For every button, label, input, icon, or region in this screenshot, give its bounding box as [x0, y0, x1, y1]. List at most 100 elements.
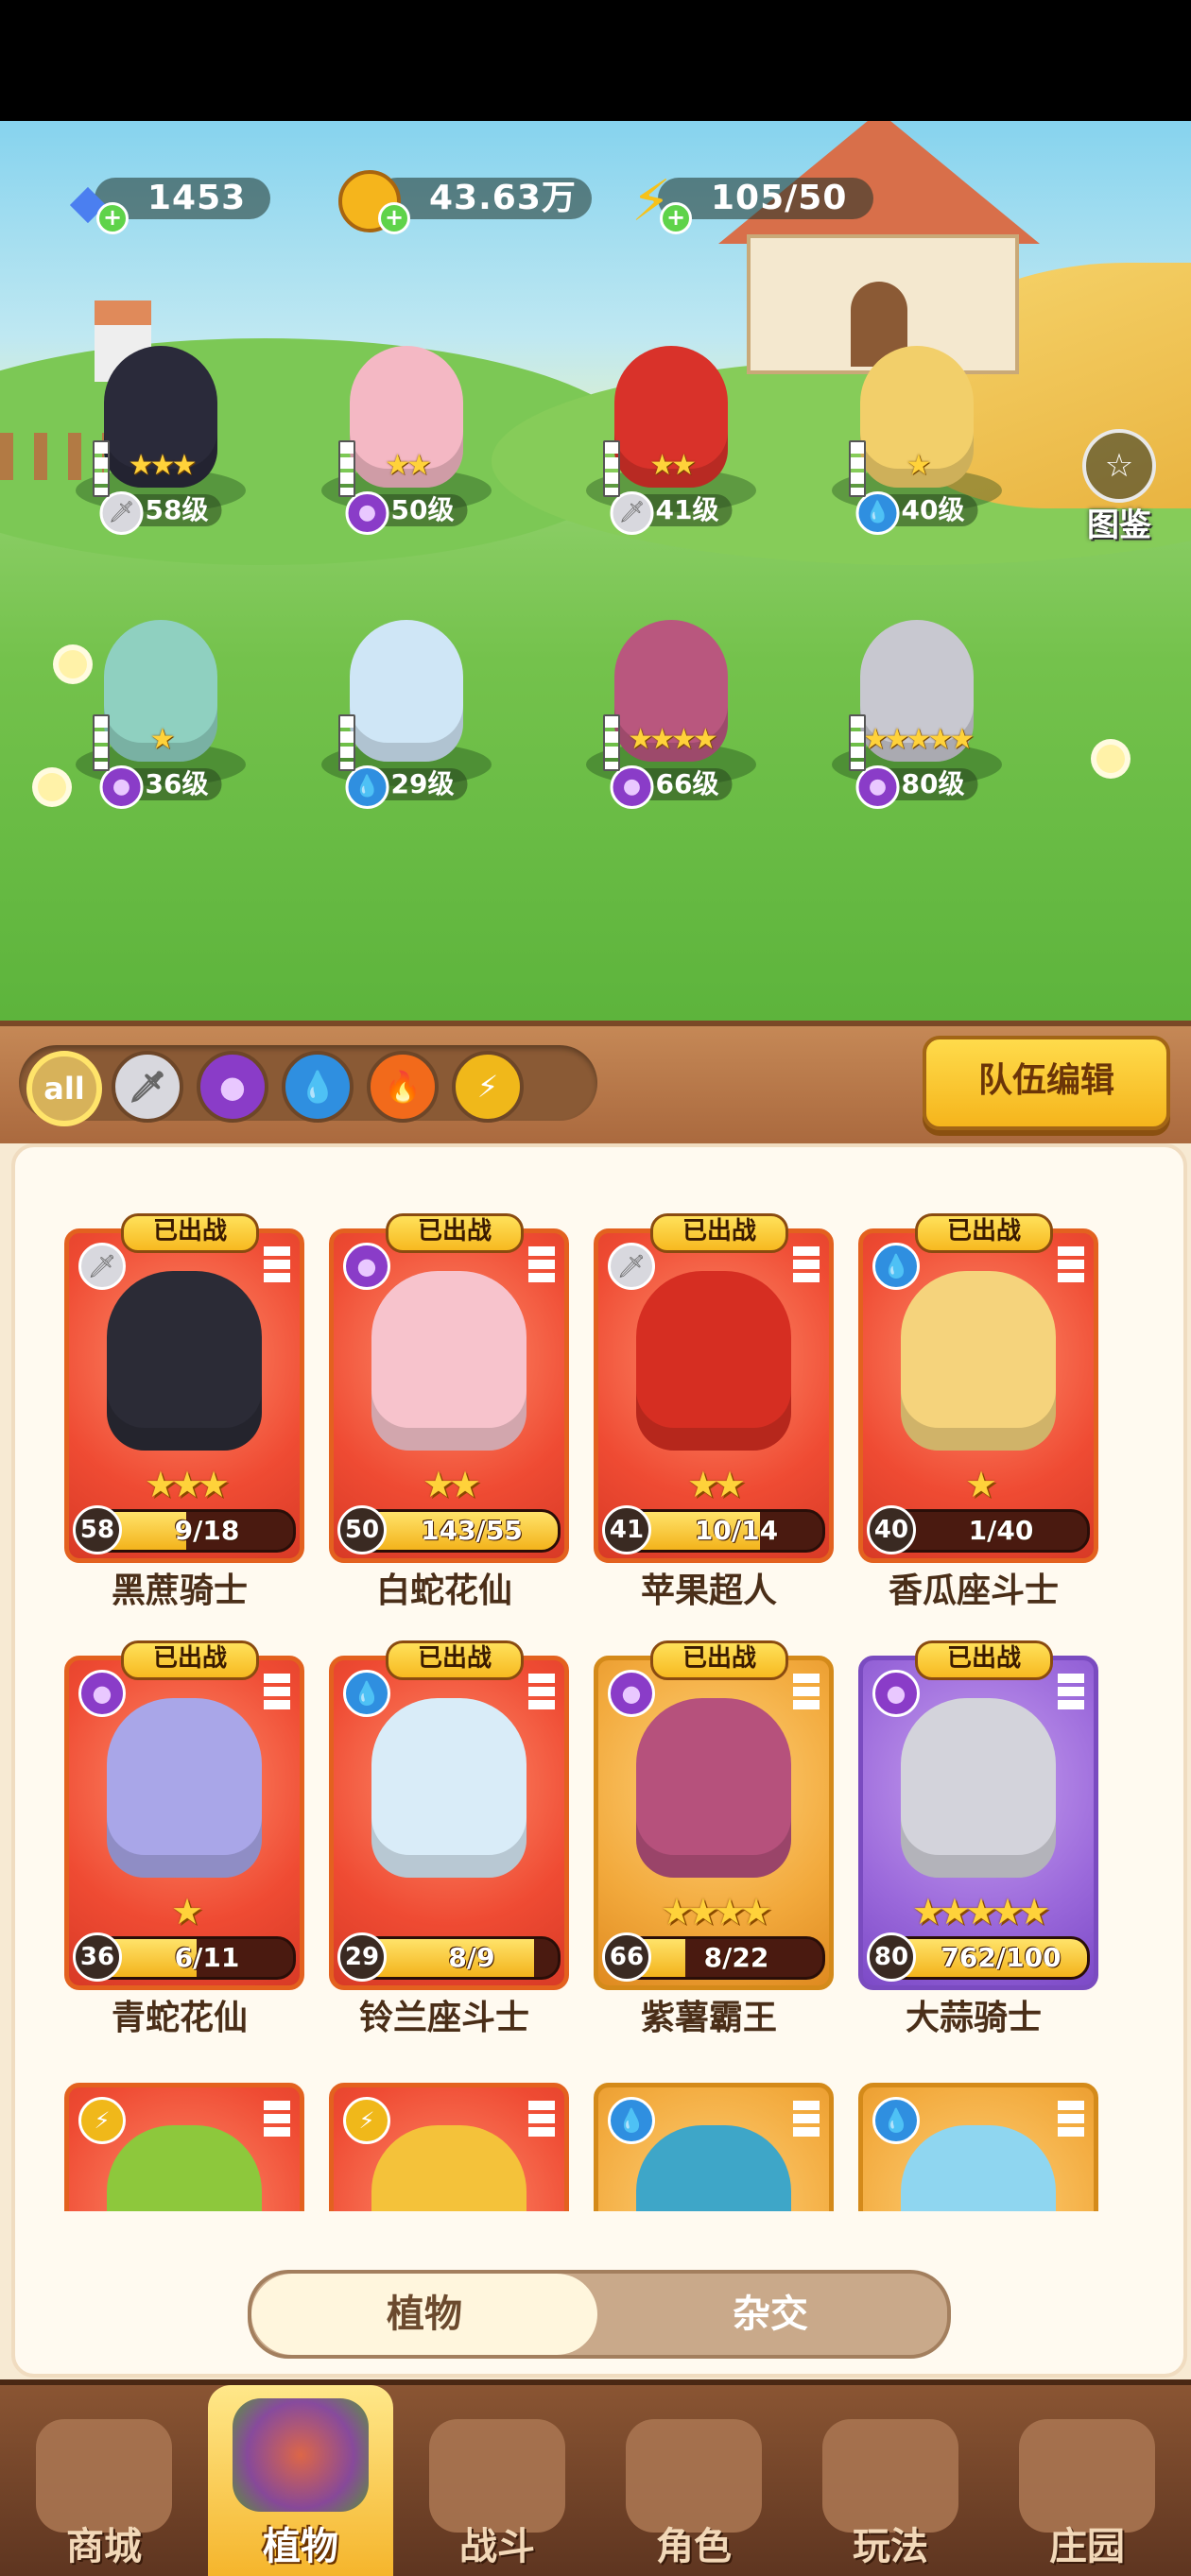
field-unit[interactable]: ★ 💧 40级 — [822, 340, 1011, 535]
field-unit[interactable]: ★★ 🗡 41级 — [577, 340, 766, 535]
filter-sword-icon[interactable]: 🗡 — [112, 1051, 183, 1123]
lightning-icon: ⚡ — [343, 2097, 390, 2144]
position-marker-icon — [849, 440, 866, 497]
flower — [1096, 745, 1125, 773]
nav-item[interactable]: 战斗 — [405, 2406, 590, 2576]
deployed-badge: 已出战 — [121, 1640, 259, 1680]
plant-card[interactable]: 💧 8/9 29 已出战 铃兰座斗士 — [323, 1640, 569, 2037]
deployed-badge: 已出战 — [915, 1213, 1053, 1253]
nav-item[interactable]: 玩法 — [798, 2406, 983, 2576]
plant-name: 大蒜骑士 — [905, 1999, 1042, 2037]
nav-item[interactable]: 植物 — [208, 2385, 393, 2576]
element-filter-group: all 🗡 ● 💧 🔥 ⚡ — [19, 1045, 597, 1126]
deployed-badge: 已出战 — [121, 1213, 259, 1253]
position-marker-icon — [93, 440, 110, 497]
water-drop-icon: 💧 — [872, 1243, 920, 1290]
field-unit[interactable]: ★★ ● 50级 — [312, 340, 501, 535]
shard-progress: 1/40 — [968, 1515, 1034, 1546]
card-frame: 🗡 ★★ 10/14 41 — [594, 1228, 834, 1563]
add-gold-icon[interactable]: + — [378, 202, 410, 234]
formation-marker-icon — [793, 1674, 820, 1711]
plant-portrait — [107, 1271, 262, 1451]
card-frame: ● ★★ 143/55 50 — [329, 1228, 569, 1563]
field-unit[interactable]: 💧 29级 — [312, 614, 501, 809]
formation-marker-icon — [1058, 2101, 1084, 2138]
unit-character — [350, 620, 463, 762]
tab-hybrid[interactable]: 杂交 — [597, 2274, 943, 2355]
card-stars: ★★ — [686, 1464, 746, 1505]
field-unit[interactable]: ★★★★★ ● 80级 — [822, 614, 1011, 809]
card-frame: 💧 ★ 1/40 40 — [858, 1228, 1098, 1563]
plant-card[interactable]: ● ★★★★ 8/22 66 已出战 紫薯霸王 — [588, 1640, 834, 2037]
formation-marker-icon — [264, 1674, 290, 1711]
plant-portrait — [901, 2125, 1056, 2211]
plant-card[interactable]: ● ★★★★★ 762/100 80 已出战 大蒜骑士 — [853, 1640, 1098, 2037]
nav-item[interactable]: 商城 — [11, 2406, 197, 2576]
filter-fire-icon[interactable]: 🔥 — [367, 1051, 439, 1123]
card-level: 66 — [602, 1932, 651, 1982]
filter-bar: all 🗡 ● 💧 🔥 ⚡ 队伍编辑 — [0, 1021, 1191, 1149]
position-marker-icon — [338, 714, 355, 771]
add-gems-icon[interactable]: + — [96, 202, 129, 234]
shard-progress: 10/14 — [694, 1515, 779, 1546]
filter-lightning-icon[interactable]: ⚡ — [452, 1051, 524, 1123]
nav-label: 战斗 — [459, 2525, 535, 2568]
plant-card[interactable]: 💧 ★ 1/40 40 已出战 香瓜座斗士 — [853, 1213, 1098, 1610]
nav-item[interactable]: 庄园 — [994, 2406, 1180, 2576]
card-stars: ★★ — [422, 1464, 481, 1505]
card-level: 58 — [73, 1505, 122, 1554]
plant-card[interactable]: 🗡 ★★ 10/14 41 已出战 苹果超人 — [588, 1213, 834, 1610]
card-frame: ⚡ — [329, 2083, 569, 2211]
plant-name: 苹果超人 — [640, 1571, 777, 1610]
plant-card[interactable]: ⚡ — [59, 2068, 304, 2211]
plant-name: 铃兰座斗士 — [358, 1999, 529, 2037]
plant-collection-panel: 🗡 ★★★ 9/18 58 已出战 黑蔗骑士 ● ★★ 143/55 50 已出战 白蛇花仙 🗡 ★★ 10… — [0, 1143, 1191, 2379]
plant-card[interactable]: 💧 — [853, 2068, 1098, 2211]
position-marker-icon — [849, 714, 866, 771]
card-frame: ● ★★★★ 8/22 66 — [594, 1656, 834, 1990]
plant-portrait — [107, 2125, 262, 2211]
card-level: 80 — [867, 1932, 916, 1982]
tab-plants[interactable]: 植物 — [251, 2274, 597, 2355]
filter-potion-icon[interactable]: ● — [197, 1051, 268, 1123]
nav-label: 庄园 — [1049, 2525, 1125, 2568]
plant-card[interactable]: ⚡ — [323, 2068, 569, 2211]
position-marker-icon — [93, 714, 110, 771]
battlefield-scene: ◆ + 1453 + 43.63万 ⚡ + 105/50 ☆ 图鉴 ★★★ 🗡 58… — [0, 121, 1191, 1021]
position-marker-icon — [603, 440, 620, 497]
position-marker-icon — [603, 714, 620, 771]
card-frame: 🗡 ★★★ 9/18 58 — [64, 1228, 304, 1563]
water-drop-icon: 💧 — [872, 2097, 920, 2144]
nav-item[interactable]: 角色 — [601, 2406, 786, 2576]
plant-card[interactable]: ● ★ 6/11 36 已出战 青蛇花仙 — [59, 1640, 304, 2037]
card-level: 50 — [337, 1505, 387, 1554]
plant-card[interactable]: ● ★★ 143/55 50 已出战 白蛇花仙 — [323, 1213, 569, 1610]
potion-icon: ● — [345, 491, 389, 535]
field-unit[interactable]: ★★★ 🗡 58级 — [66, 340, 255, 535]
plant-card[interactable]: 💧 — [588, 2068, 834, 2211]
plant-name: 紫薯霸王 — [640, 1999, 777, 2037]
deployed-badge: 已出战 — [386, 1213, 524, 1253]
plant-portrait — [107, 1698, 262, 1878]
filter-water-drop-icon[interactable]: 💧 — [282, 1051, 354, 1123]
field-unit[interactable]: ★★★★ ● 66级 — [577, 614, 766, 809]
codex-star-icon: ☆ — [1082, 429, 1156, 503]
plant-name: 香瓜座斗士 — [888, 1571, 1059, 1610]
field-unit[interactable]: ★ ● 36级 — [66, 614, 255, 809]
bottom-navigation: 商城 植物 战斗 角色 玩法 庄园 — [0, 2379, 1191, 2576]
filter-all-button[interactable]: all — [26, 1051, 102, 1126]
add-energy-icon[interactable]: + — [660, 202, 692, 234]
card-frame: 💧 8/9 29 — [329, 1656, 569, 1990]
codex-button[interactable]: ☆ 图鉴 — [1072, 429, 1166, 545]
formation-marker-icon — [528, 2101, 555, 2138]
potion-icon: ● — [872, 1670, 920, 1717]
formation-marker-icon — [793, 2101, 820, 2138]
card-level: 40 — [867, 1505, 916, 1554]
nav-icon — [233, 2398, 369, 2512]
team-edit-button[interactable]: 队伍编辑 — [923, 1036, 1170, 1130]
farmhouse — [718, 121, 1040, 374]
formation-marker-icon — [528, 1674, 555, 1711]
plant-card[interactable]: 🗡 ★★★ 9/18 58 已出战 黑蔗骑士 — [59, 1213, 304, 1610]
card-frame: ● ★ 6/11 36 — [64, 1656, 304, 1990]
plant-card-grid[interactable]: 🗡 ★★★ 9/18 58 已出战 黑蔗骑士 ● ★★ 143/55 50 已出战 白蛇花仙 🗡 ★★ 10… — [59, 1213, 1136, 2211]
